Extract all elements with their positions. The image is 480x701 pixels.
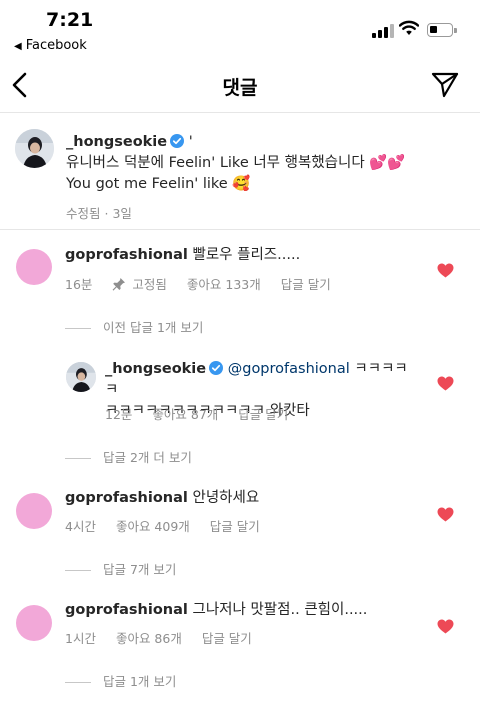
avatar[interactable] <box>16 493 52 529</box>
avatar[interactable] <box>66 362 96 392</box>
comment-item: goprofashional 안녕하세요 4시간 좋아요 409개 답글 달기 <box>0 488 480 548</box>
page-title: 댓글 <box>222 77 258 99</box>
pin-icon <box>112 278 126 291</box>
meta-separator: · <box>104 206 109 221</box>
comment-text: 빨로우 플리즈..... <box>192 247 301 263</box>
reply-username[interactable]: _hongseokie <box>105 361 206 377</box>
caption-text-start: ' <box>184 134 193 150</box>
post-caption: _hongseokie ' 유니버스 덕분에 Feelin' Like 너무 행… <box>0 112 480 230</box>
avatar[interactable] <box>15 129 54 168</box>
comment-username[interactable]: goprofashional <box>65 602 188 618</box>
pinned-label: 고정됨 <box>112 277 167 292</box>
caption-username[interactable]: _hongseokie <box>66 134 167 150</box>
back-triangle-icon: ◀ <box>14 41 22 52</box>
battery-icon <box>427 23 457 37</box>
send-icon[interactable] <box>431 72 459 98</box>
heart-icon[interactable] <box>437 619 454 634</box>
comment-age: 16분 <box>65 277 93 292</box>
comment-text: 안녕하세요 <box>192 490 260 506</box>
comment-age: 4시간 <box>65 519 96 534</box>
comment-text: 그나저나 맛팔점.. 큰힘이..... <box>192 602 368 618</box>
battery-level <box>430 26 437 33</box>
view-replies[interactable]: 답글 1개 보기 <box>65 671 176 690</box>
caption-line-3: You got me Feelin' like 🥰 <box>66 176 251 192</box>
mention-link[interactable]: @goprofashional <box>228 361 350 377</box>
comment-item: goprofashional 그나저나 맛팔점.. 큰힘이..... 1시간 좋… <box>0 600 480 660</box>
caption-meta: 수정됨 · 3일 <box>66 203 466 224</box>
comments-header: 댓글 <box>0 60 480 113</box>
avatar[interactable] <box>16 605 52 641</box>
reply-button[interactable]: 답글 달기 <box>202 631 252 646</box>
edited-label: 수정됨 <box>66 206 101 221</box>
reply-button[interactable]: 답글 달기 <box>281 277 331 292</box>
heart-icon[interactable] <box>437 376 454 391</box>
view-previous-replies[interactable]: 이전 답글 1개 보기 <box>65 317 203 336</box>
like-count[interactable]: 좋아요 409개 <box>116 519 190 534</box>
back-app-label: Facebook <box>25 38 87 53</box>
reply-age: 12분 <box>105 407 133 422</box>
reply-button[interactable]: 답글 달기 <box>210 519 260 534</box>
verified-badge-icon <box>209 361 224 375</box>
status-time: 7:21 <box>46 9 94 31</box>
like-count[interactable]: 좋아요 133개 <box>187 277 261 292</box>
heart-icon[interactable] <box>437 507 454 522</box>
caption-line-2: 유니버스 덕분에 Feelin' Like 너무 행복했습니다 💕💕 <box>66 155 406 171</box>
reply-item: _hongseokie @goprofashional ㅋㅋㅋㅋㅋ ㅋㅋㅋㅋㅋㅋ… <box>0 357 480 427</box>
comment-age: 1시간 <box>65 631 96 646</box>
wifi-icon <box>399 20 419 35</box>
avatar[interactable] <box>16 249 52 285</box>
cellular-signal-icon <box>372 24 394 38</box>
comment-username[interactable]: goprofashional <box>65 247 188 263</box>
reply-button[interactable]: 답글 달기 <box>238 407 288 422</box>
like-count[interactable]: 좋아요 86개 <box>116 631 182 646</box>
caption-age: 3일 <box>112 206 132 221</box>
comment-item: goprofashional 빨로우 플리즈..... 16분 고정됨 좋아요 … <box>0 245 480 325</box>
back-to-app-link[interactable]: ◀ Facebook <box>14 38 87 53</box>
like-count[interactable]: 좋아요 87개 <box>152 407 218 422</box>
view-replies[interactable]: 답글 7개 보기 <box>65 559 176 578</box>
verified-badge-icon <box>170 134 185 148</box>
comment-username[interactable]: goprofashional <box>65 490 188 506</box>
status-bar: 7:21 ◀ Facebook <box>0 0 480 56</box>
heart-icon[interactable] <box>437 263 454 278</box>
view-more-replies[interactable]: 답글 2개 더 보기 <box>65 447 192 466</box>
